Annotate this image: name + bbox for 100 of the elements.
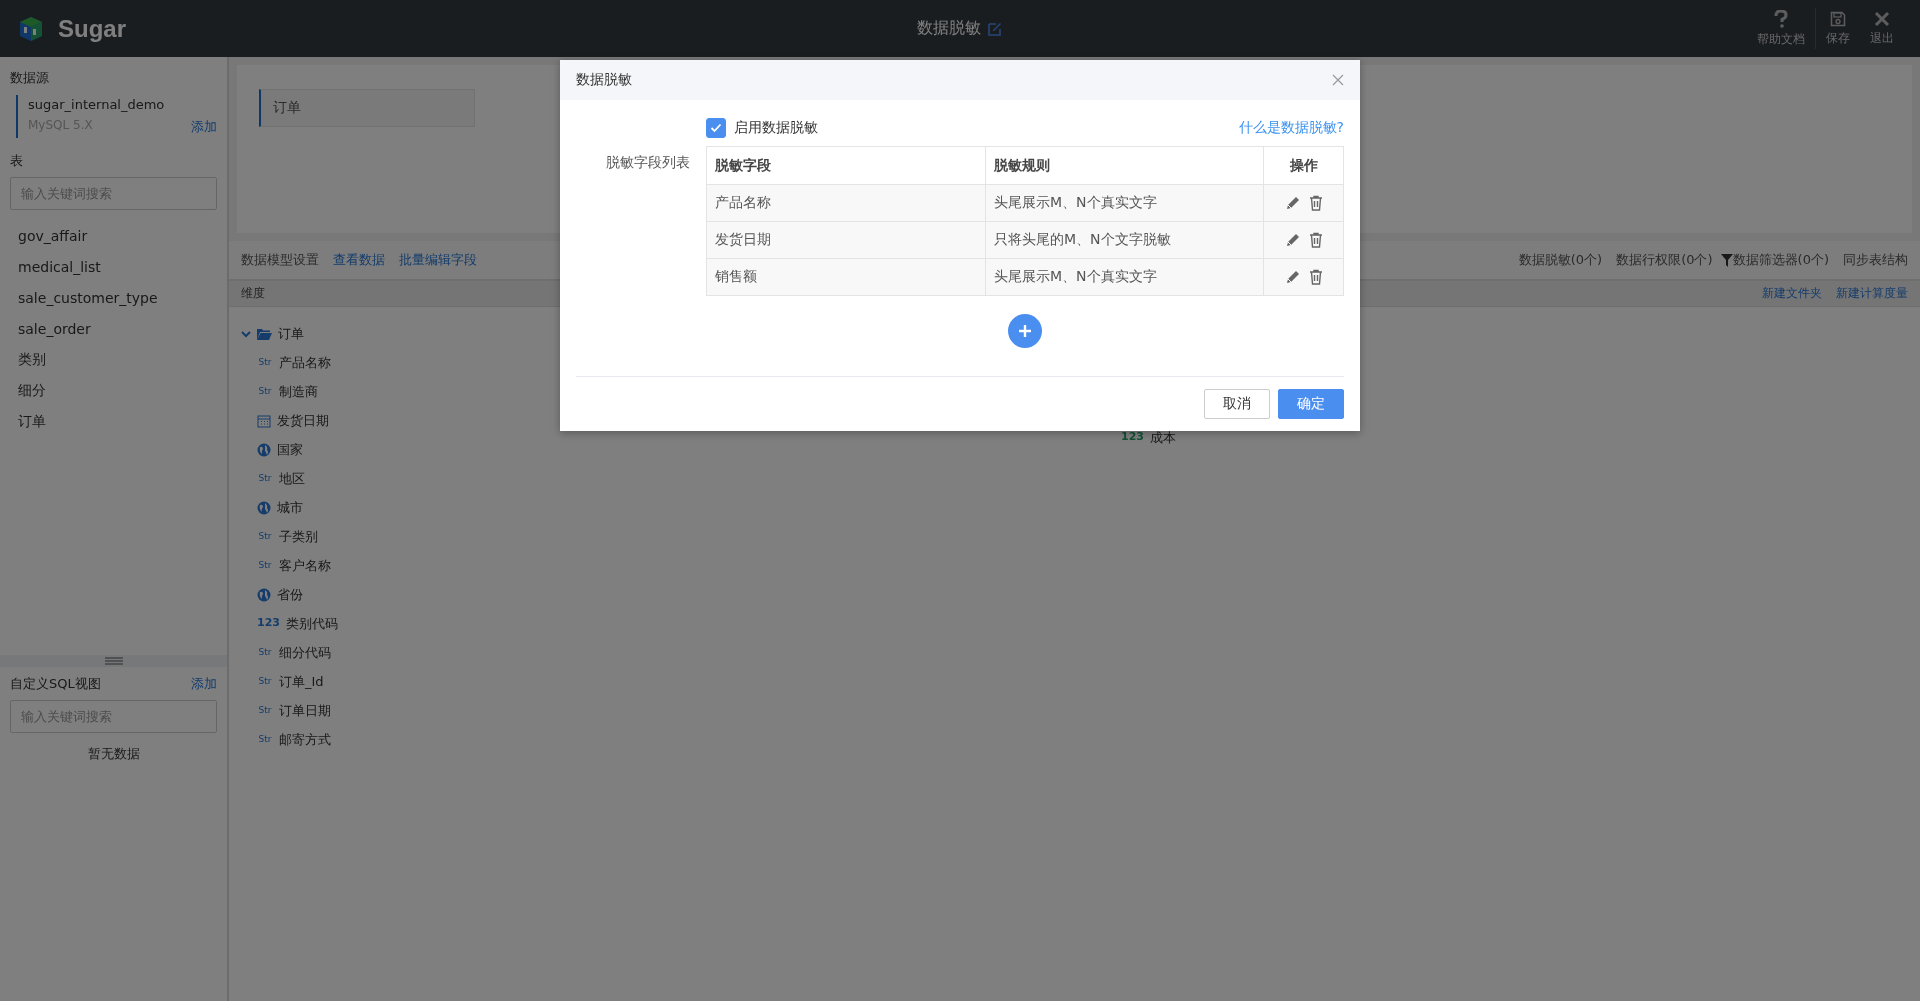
string-type-icon: Str <box>257 646 273 659</box>
field-item[interactable]: 产品名称 <box>279 353 331 372</box>
column-header: 脱敏字段 <box>714 155 772 175</box>
trash-icon <box>1308 195 1323 211</box>
table-item[interactable]: gov_affair <box>10 220 217 251</box>
delete-button[interactable] <box>1308 232 1323 248</box>
table-cell: 销售额 <box>707 258 985 295</box>
table-item[interactable]: medical_list <box>10 251 217 282</box>
pencil-icon <box>1284 269 1301 285</box>
dialog-title: 数据脱敏 <box>576 71 632 89</box>
string-type-icon: Str <box>257 675 273 688</box>
checkbox[interactable] <box>706 118 726 138</box>
column-heading: 维度 <box>241 285 265 302</box>
folder-icon <box>257 327 272 340</box>
add-button[interactable] <box>1008 314 1042 348</box>
field-item[interactable]: 成本 <box>1149 428 1176 447</box>
help-link[interactable]: 什么是数据脱敏? <box>1238 119 1344 137</box>
field-item[interactable]: 国家 <box>277 440 303 459</box>
toolbar-link[interactable]: 查看数据 <box>333 251 385 269</box>
field-item[interactable]: 邮寄方式 <box>279 730 331 749</box>
save-button[interactable]: 保存 <box>1816 0 1860 57</box>
exit-button[interactable]: 退出 <box>1860 0 1904 57</box>
toolbar-link[interactable]: 批量编辑字段 <box>399 251 477 269</box>
table-item[interactable]: sale_customer_type <box>10 282 217 313</box>
toolbar-action[interactable]: 同步表结构 <box>1843 251 1908 269</box>
toolbar-title: 数据模型设置 <box>241 251 319 269</box>
help-icon <box>1773 9 1789 28</box>
trash-icon <box>1308 232 1323 248</box>
number-type-icon: 123 <box>257 616 280 631</box>
globe-icon <box>257 587 271 602</box>
close-button[interactable] <box>1332 74 1344 86</box>
close-icon <box>1874 10 1890 27</box>
data-source-name[interactable]: sugar_internal_demo <box>28 97 217 112</box>
filter-icon <box>1720 253 1733 267</box>
edit-icon <box>987 20 1003 37</box>
cancel-button[interactable]: 取消 <box>1204 389 1270 419</box>
folder-label: 订单 <box>278 324 304 343</box>
table-item[interactable]: 细分 <box>10 375 217 406</box>
section-heading: 表 <box>10 152 24 170</box>
add-link[interactable]: 添加 <box>191 118 217 136</box>
header-link[interactable]: 新建文件夹 <box>1762 285 1822 302</box>
table-cell: 头尾展示M、N个真实文字 <box>985 258 1263 295</box>
field-item[interactable]: 地区 <box>279 469 305 488</box>
edit-button[interactable] <box>1284 269 1301 285</box>
table-cell: 头尾展示M、N个真实文字 <box>985 184 1263 221</box>
table-cell: 只将头尾的M、N个文字脱敏 <box>985 221 1263 258</box>
edit-button[interactable] <box>1284 232 1301 248</box>
string-type-icon: Str <box>257 530 273 543</box>
delete-button[interactable] <box>1308 195 1323 211</box>
field-item[interactable]: 城市 <box>277 498 303 517</box>
table-node[interactable]: 订单 <box>259 89 475 127</box>
table-item[interactable]: 类别 <box>10 344 217 375</box>
table-cell: 发货日期 <box>707 221 985 258</box>
string-type-icon: Str <box>257 704 273 717</box>
string-type-icon: Str <box>257 385 273 398</box>
drag-handle-icon <box>104 657 123 665</box>
field-item[interactable]: 细分代码 <box>279 643 331 662</box>
enable-checkbox[interactable]: 启用数据脱敏 <box>706 118 818 138</box>
section-heading: 数据源 <box>10 69 50 87</box>
globe-icon <box>257 442 271 457</box>
calendar-icon <box>257 413 271 428</box>
field-item[interactable]: 客户名称 <box>279 556 331 575</box>
field-label: 脱敏字段列表 <box>606 153 691 172</box>
delete-button[interactable] <box>1308 269 1323 285</box>
plus-icon <box>1019 325 1031 337</box>
table-cell: 产品名称 <box>707 184 985 221</box>
string-type-icon: Str <box>257 559 273 572</box>
pencil-icon <box>1284 232 1301 248</box>
close-icon <box>1332 74 1344 86</box>
confirm-button[interactable]: 确定 <box>1278 389 1344 419</box>
field-item[interactable]: 省份 <box>277 585 303 604</box>
number-type-icon: 123 <box>1121 430 1144 445</box>
string-type-icon: Str <box>257 472 273 485</box>
filter-button[interactable]: 数据筛选器(0个) <box>1720 251 1829 269</box>
field-item[interactable]: 制造商 <box>279 382 318 401</box>
help-button[interactable]: 帮助文档 <box>1747 8 1816 49</box>
edit-button[interactable] <box>1284 195 1301 211</box>
field-item[interactable]: 发货日期 <box>277 411 329 430</box>
splitter-handle[interactable] <box>0 655 227 667</box>
check-icon <box>710 123 722 133</box>
add-link[interactable]: 添加 <box>191 675 217 693</box>
trash-icon <box>1308 269 1323 285</box>
table-item[interactable]: 订单 <box>10 406 217 437</box>
pencil-icon <box>1284 195 1301 211</box>
toolbar-action[interactable]: 数据脱敏(0个) <box>1518 251 1603 269</box>
header-link[interactable]: 新建计算度量 <box>1836 285 1908 302</box>
globe-icon <box>257 500 271 515</box>
app-name: Sugar <box>58 14 126 43</box>
string-type-icon: Str <box>257 733 273 746</box>
field-item[interactable]: 订单日期 <box>279 701 331 720</box>
page-title: 数据脱敏 <box>917 18 981 39</box>
table-item[interactable]: sale_order <box>10 313 217 344</box>
empty-message: 暂无数据 <box>86 745 141 763</box>
folder-row[interactable]: 订单 <box>241 319 1121 348</box>
checkbox-label: 启用数据脱敏 <box>734 119 818 137</box>
field-item[interactable]: 订单_Id <box>279 672 324 691</box>
field-item[interactable]: 子类别 <box>279 527 318 546</box>
section-heading: 自定义SQL视图 <box>10 675 101 693</box>
field-item[interactable]: 类别代码 <box>285 614 338 633</box>
toolbar-action[interactable]: 数据行权限(0个) <box>1616 251 1713 269</box>
